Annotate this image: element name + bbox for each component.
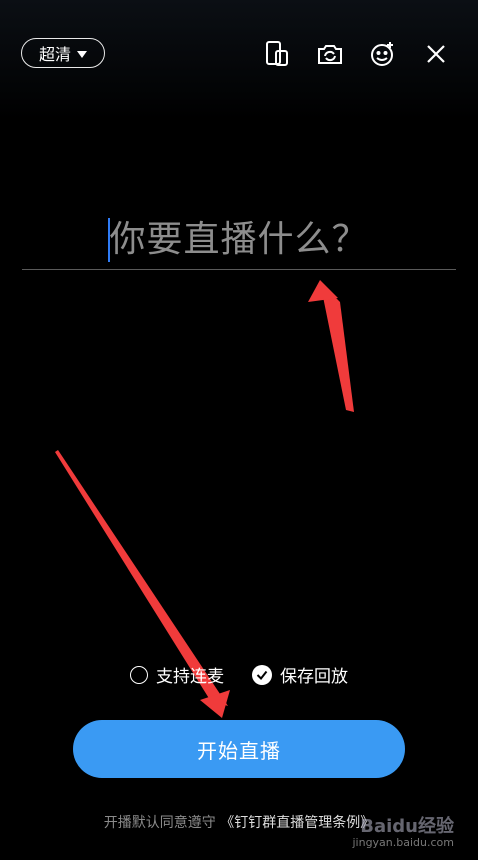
quality-label: 超清: [38, 45, 71, 64]
input-underline: [22, 269, 456, 270]
start-live-label: 开始直播: [197, 738, 281, 763]
flip-screen-icon[interactable]: [262, 39, 292, 69]
agreement-link[interactable]: 《钉钉群直播管理条例》: [220, 815, 374, 831]
chevron-down-icon: [77, 50, 87, 58]
co-host-option[interactable]: 支持连麦: [130, 662, 224, 687]
title-input[interactable]: 你要直播什么？: [0, 214, 478, 266]
text-cursor: [108, 218, 110, 262]
agreement-prefix: 开播默认同意遵守: [103, 815, 216, 831]
quality-selector[interactable]: 超清: [21, 38, 105, 68]
switch-camera-icon[interactable]: [315, 39, 345, 69]
co-host-label: 支持连麦: [156, 667, 224, 687]
start-live-button[interactable]: 开始直播: [73, 720, 405, 778]
close-icon[interactable]: [421, 39, 451, 69]
save-replay-label: 保存回放: [280, 667, 348, 687]
co-host-radio[interactable]: [130, 665, 148, 684]
beauty-icon[interactable]: [368, 39, 398, 69]
arrow-to-input: [308, 280, 354, 412]
watermark: Baidu经验: [360, 816, 454, 837]
save-replay-option[interactable]: 保存回放: [252, 662, 348, 687]
title-placeholder: 你要直播什么？: [109, 219, 369, 260]
watermark-sub: jingyan.baidu.com: [352, 836, 454, 849]
save-replay-checkbox[interactable]: [252, 664, 272, 685]
